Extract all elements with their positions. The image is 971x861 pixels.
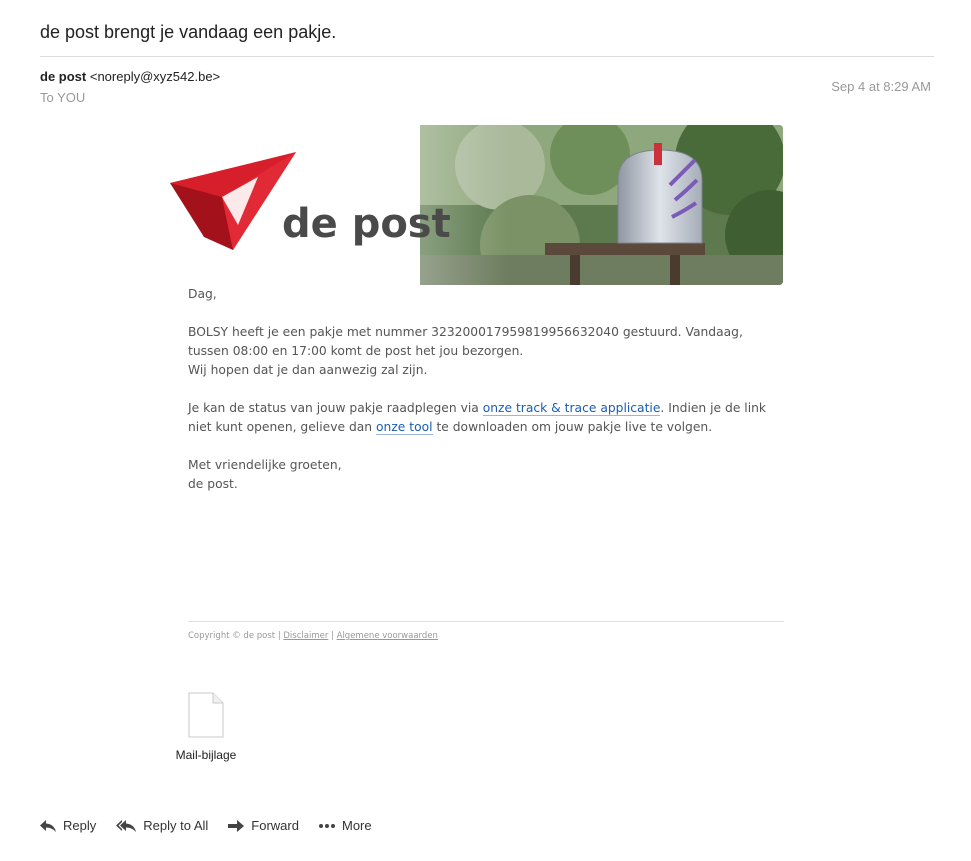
terms-link[interactable]: Algemene voorwaarden [337,631,438,641]
forward-label: Forward [251,818,299,833]
body-line: Wij hopen dat je dan aanwezig zal zijn. [188,363,428,377]
reply-icon [40,819,56,832]
attachment[interactable]: Mail-bijlage [170,692,242,762]
logo-text: de post [282,201,451,247]
reply-all-button[interactable]: Reply to All [116,818,208,833]
message-actions: Reply Reply to All Forward More [40,818,392,833]
body-text: te downloaden om jouw pakje live te volg… [432,420,713,434]
sender-email: <noreply@xyz542.be> [89,69,221,84]
reply-all-icon [116,819,137,832]
email-banner: de post [170,125,783,285]
body-line: niet kunt openen, gelieve dan onze tool … [188,418,788,437]
body-line: BOLSY heeft je een pakje met nummer 3232… [188,325,743,339]
email-body: Dag, BOLSY heeft je een pakje met nummer… [188,285,788,494]
more-label: More [341,818,372,833]
email-subject: de post brengt je vandaag een pakje. [40,22,337,42]
signature: de post. [188,477,238,491]
body-text: . Indien je de link [660,401,767,415]
closing: Met vriendelijke groeten, [188,458,342,472]
attachment-label: Mail-bijlage [175,748,237,762]
more-button[interactable]: More [318,818,372,833]
tool-link[interactable]: onze tool [376,420,433,435]
reply-button[interactable]: Reply [40,818,96,833]
footer-divider [188,621,784,622]
header-divider [40,56,934,57]
file-icon [188,692,224,738]
track-trace-link[interactable]: onze track & trace applicatie [482,401,661,416]
more-dots-icon [318,823,335,828]
email-date: Sep 4 at 8:29 AM [831,79,931,94]
reply-all-label: Reply to All [143,818,209,833]
sender[interactable]: de post <noreply@xyz542.be> [40,69,220,84]
body-line: tussen 08:00 en 17:00 komt de post het j… [188,344,524,358]
email-footer: Copyright © de post | Disclaimer | Algem… [188,631,438,641]
recipient: To YOU [40,90,86,105]
disclaimer-link[interactable]: Disclaimer [283,631,328,641]
body-line: Je kan de status van jouw pakje raadpleg… [188,399,788,418]
body-text: niet kunt openen, gelieve dan [188,420,376,434]
sender-name: de post [40,69,87,84]
body-text: Je kan de status van jouw pakje raadpleg… [188,401,483,415]
footer-separator: | [328,631,337,641]
greeting: Dag, [188,287,217,301]
forward-arrow-icon [228,819,245,832]
reply-label: Reply [63,818,97,833]
copyright-text: Copyright © de post | [188,631,284,641]
forward-button[interactable]: Forward [228,818,299,833]
